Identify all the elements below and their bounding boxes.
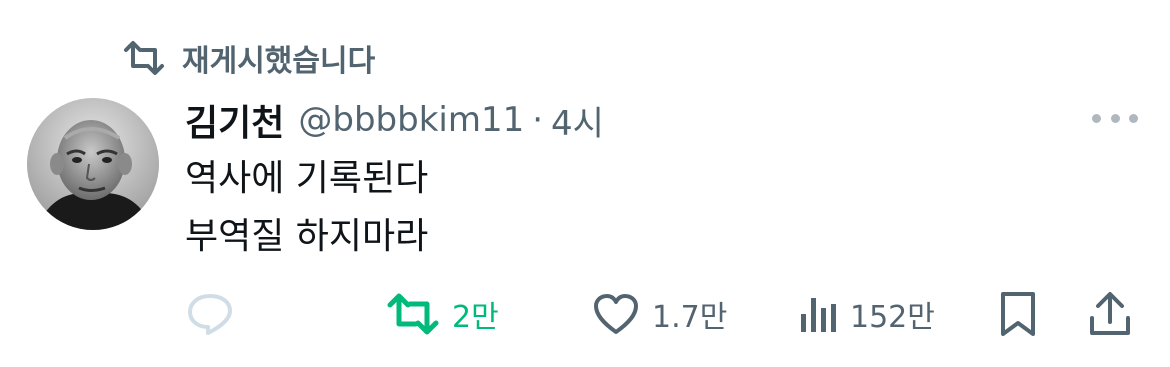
- views-count: 152만: [850, 300, 935, 335]
- retweet-icon: [387, 293, 439, 335]
- more-icon-dot: [1092, 113, 1101, 123]
- more-icon-dot: [1110, 113, 1120, 123]
- share-button[interactable]: [1088, 290, 1132, 338]
- author-handle[interactable]: @bbbbkim11: [298, 100, 524, 140]
- repost-context[interactable]: 재게시했습니다: [122, 38, 376, 79]
- author-display-name[interactable]: 김기천: [185, 94, 284, 146]
- reply-icon: [188, 294, 232, 335]
- avatar-photo: [27, 98, 159, 230]
- share-icon: [1090, 292, 1130, 335]
- views-icon: [801, 298, 836, 332]
- more-options-button[interactable]: [1092, 108, 1138, 128]
- reply-button[interactable]: [186, 290, 246, 338]
- like-count: 1.7만: [652, 300, 728, 335]
- tweet-text: 역사에 기록된다 부역질 하지마라: [185, 150, 428, 266]
- like-button[interactable]: 1.7만: [592, 290, 727, 338]
- repost-context-label: 재게시했습니다: [182, 44, 376, 79]
- retweet-button[interactable]: 2만: [386, 290, 499, 338]
- more-icon-dot: [1129, 113, 1138, 123]
- retweet-count: 2만: [452, 300, 499, 335]
- avatar[interactable]: [27, 98, 159, 230]
- bookmark-button[interactable]: [998, 290, 1038, 338]
- tweet-text-line: 부역질 하지마라: [185, 216, 429, 257]
- views-button[interactable]: 152만: [798, 290, 935, 338]
- tweet-header: 김기천 @bbbbkim11 · 4시: [185, 94, 604, 146]
- bookmark-icon: [1001, 292, 1035, 336]
- retweet-icon: [124, 41, 164, 75]
- tweet-text-line: 역사에 기록된다: [185, 158, 429, 199]
- tweet-timestamp[interactable]: 4시: [551, 96, 604, 145]
- heart-icon: [594, 294, 638, 334]
- separator-dot: ·: [532, 100, 544, 140]
